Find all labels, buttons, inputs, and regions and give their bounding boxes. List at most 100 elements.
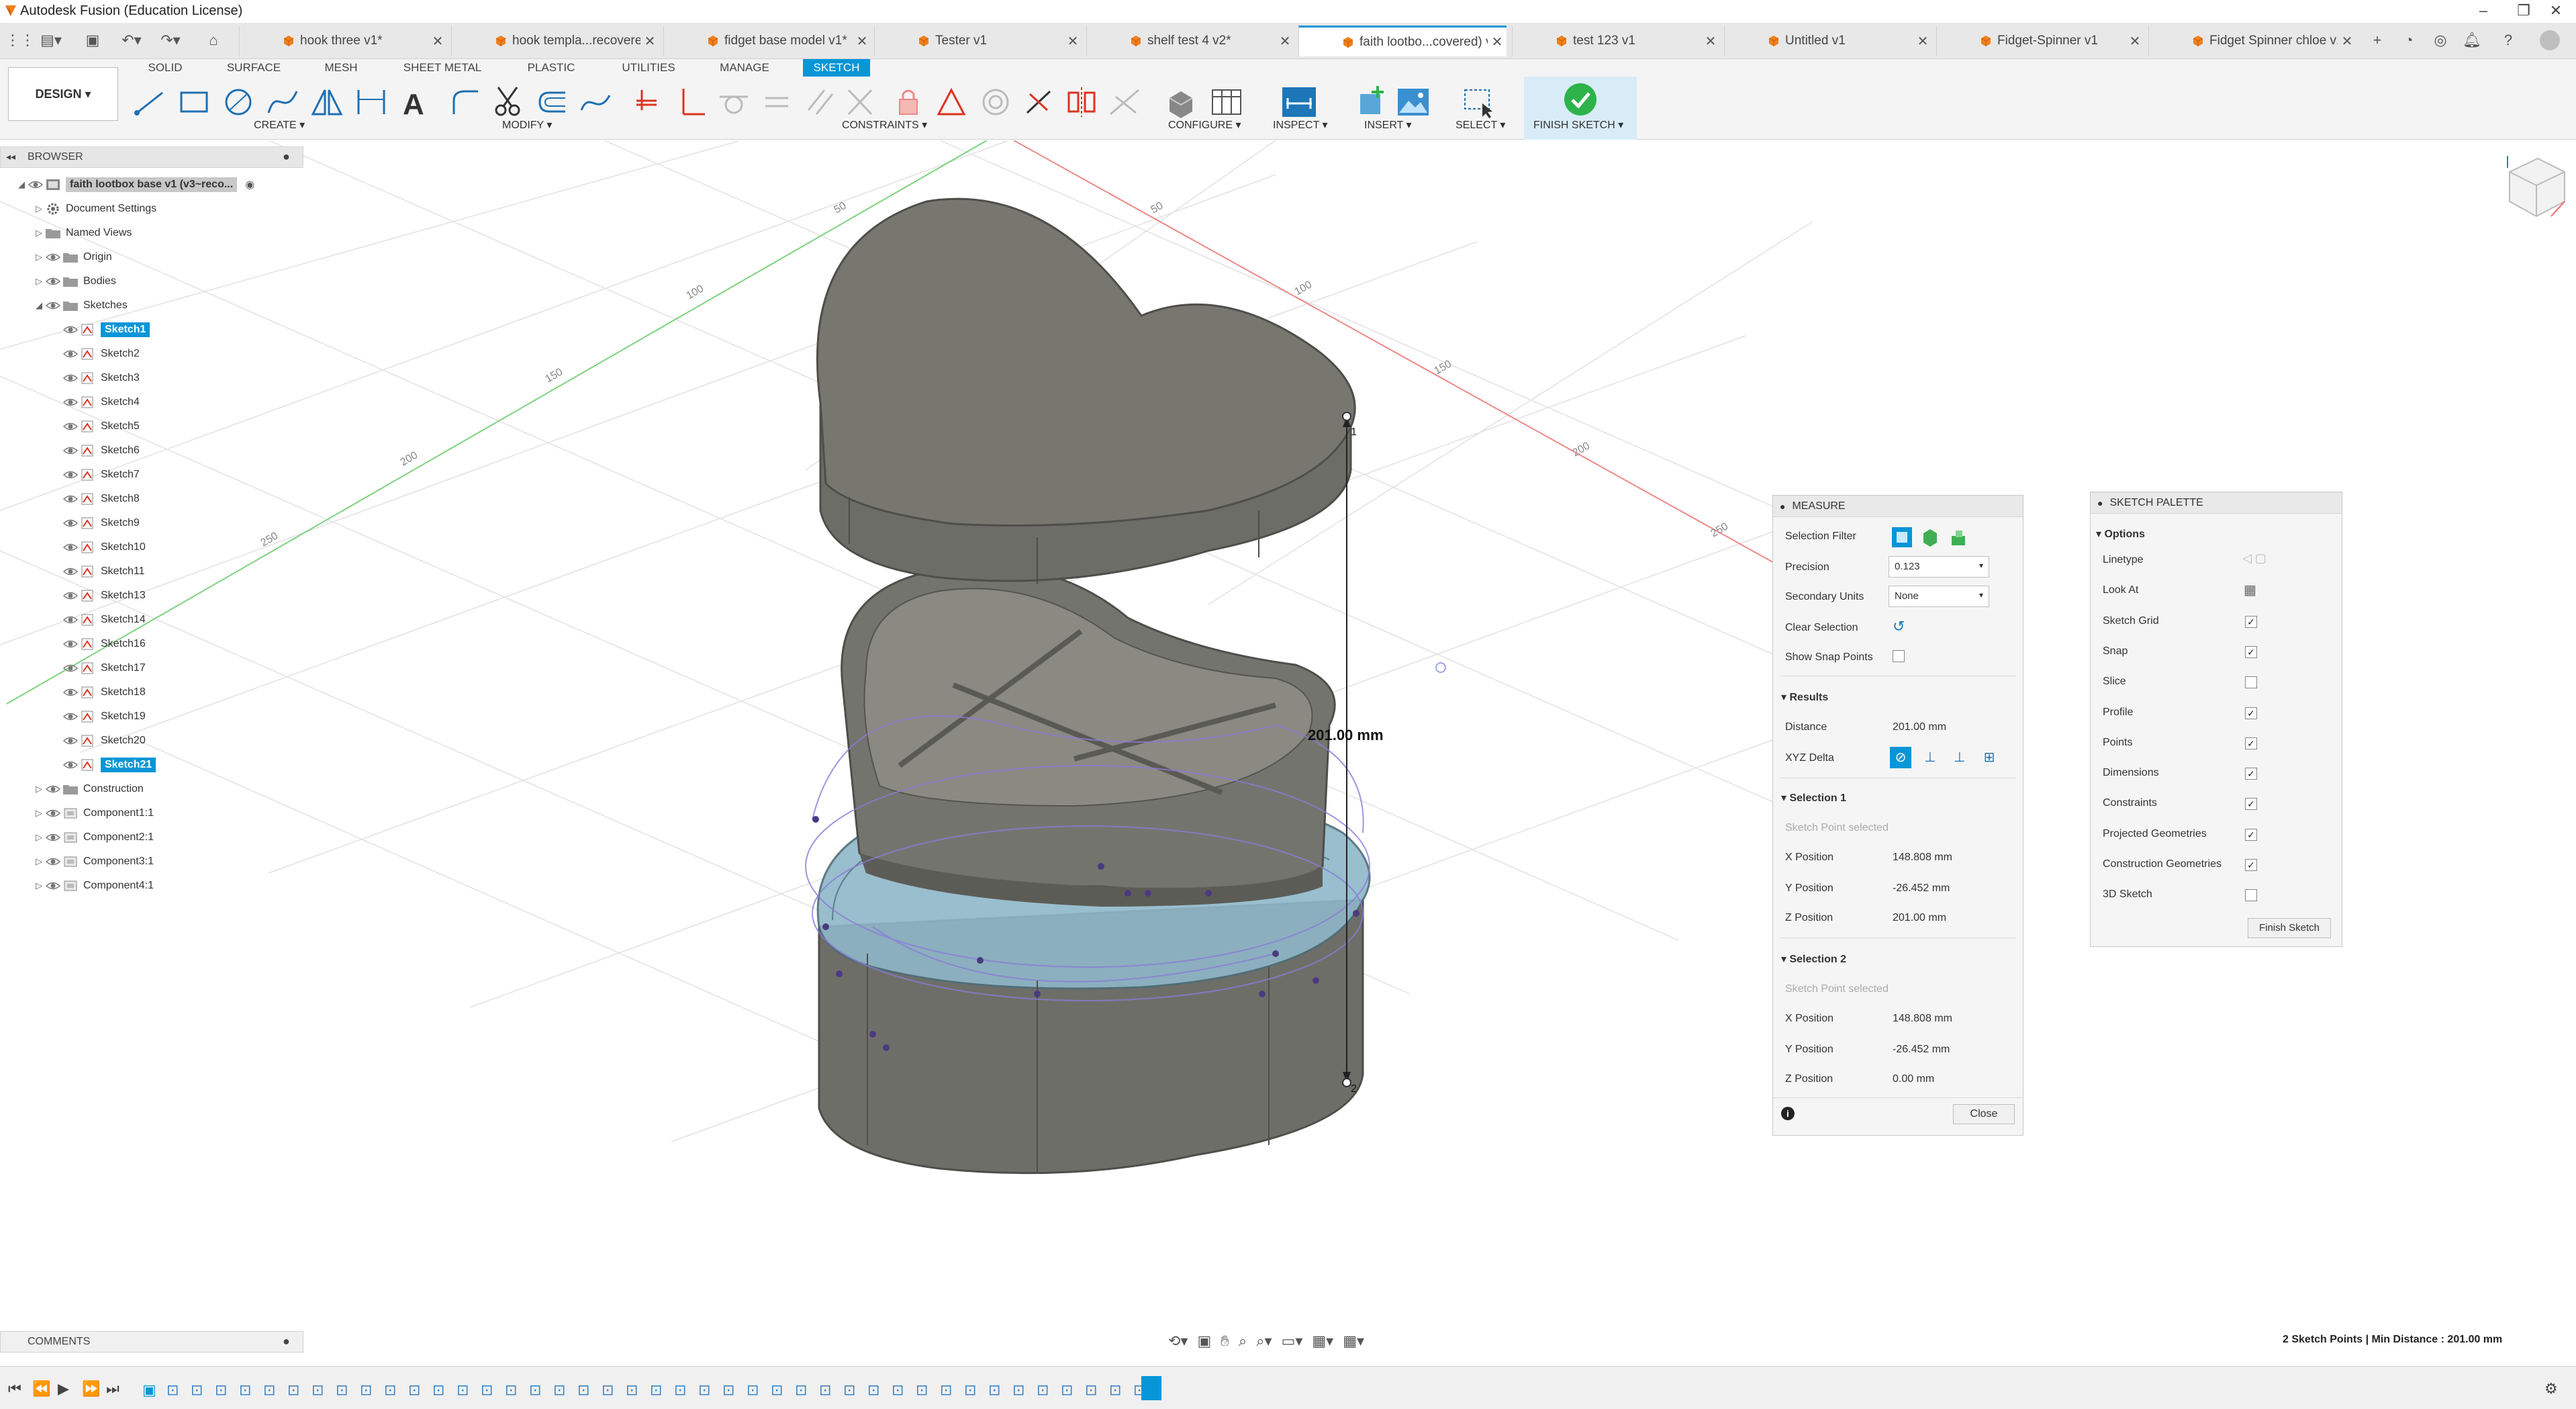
constraints-menu[interactable]: CONSTRAINTS ▾ xyxy=(842,118,927,132)
document-tab[interactable]: test 123 v1 ✕ xyxy=(1512,26,1720,56)
expand-icon[interactable]: ▷ xyxy=(34,784,44,794)
palette-option-checkbox[interactable]: ✓ xyxy=(2245,828,2257,841)
timeline-feature-icon[interactable]: ⊡ xyxy=(940,1381,955,1398)
browser-sketch-item[interactable]: Sketch1 xyxy=(51,318,150,341)
expand-icon[interactable]: ▷ xyxy=(34,832,44,843)
tab-mesh[interactable]: MESH xyxy=(318,59,364,77)
lootbox-insert-body[interactable] xyxy=(841,565,1336,907)
visibility-eye-icon[interactable] xyxy=(62,347,79,361)
trim-tool-icon[interactable] xyxy=(490,83,526,121)
tab-sheet-metal[interactable]: SHEET METAL xyxy=(399,59,486,77)
browser-sketch-item[interactable]: Sketch21 xyxy=(51,754,156,776)
orbit-icon[interactable]: ⟲▾ xyxy=(1168,1332,1188,1350)
timeline-feature-icon[interactable]: ⊡ xyxy=(892,1381,906,1398)
close-tab-icon[interactable]: ✕ xyxy=(428,33,447,50)
finish-sketch-button[interactable]: FINISH SKETCH ▾ xyxy=(1524,77,1637,140)
timeline-feature-icon[interactable]: ⊡ xyxy=(1037,1381,1051,1398)
browser-component-item[interactable]: ▷ Component4:1 xyxy=(34,874,154,897)
minimize-button[interactable]: – xyxy=(2463,0,2503,23)
tangent-constraint-icon[interactable] xyxy=(716,83,752,121)
line-tool-icon[interactable] xyxy=(132,83,168,121)
browser-sketch-item[interactable]: Sketch9 xyxy=(51,512,140,535)
browser-sketch-item[interactable]: Sketch5 xyxy=(51,415,140,438)
timeline-feature-icon[interactable]: ⊡ xyxy=(747,1381,761,1398)
document-tab[interactable]: hook templa...recovered)*✕ xyxy=(451,26,659,56)
workspace-switcher[interactable]: DESIGN ▾ xyxy=(8,67,118,121)
look-at-icon[interactable]: ▣ xyxy=(1197,1332,1211,1350)
timeline-feature-icon[interactable]: ⊡ xyxy=(819,1381,834,1398)
browser-sketch-item[interactable]: Sketch10 xyxy=(51,536,146,559)
browser-item-origin[interactable]: ▷ Origin xyxy=(34,246,112,269)
timeline-feature-icon[interactable]: ⊡ xyxy=(867,1381,882,1398)
expand-icon[interactable]: ▷ xyxy=(34,808,44,819)
close-tab-icon[interactable]: ✕ xyxy=(1701,33,1720,50)
timeline-feature-icon[interactable]: ⊡ xyxy=(698,1381,713,1398)
visibility-eye-icon[interactable] xyxy=(44,879,62,893)
palette-option-checkbox[interactable]: ✓ xyxy=(2245,798,2257,811)
fit-icon[interactable]: ⌕▾ xyxy=(1256,1332,1272,1350)
timeline-feature-icon[interactable]: ⊡ xyxy=(1061,1381,1076,1398)
timeline-feature-icon[interactable]: ⊡ xyxy=(408,1381,423,1398)
visibility-eye-icon[interactable] xyxy=(44,299,62,312)
activate-component-icon[interactable]: ◉ xyxy=(245,178,254,191)
selection2-section-toggle[interactable]: ▾ Selection 2 xyxy=(1781,952,1846,966)
browser-sketch-item[interactable]: Sketch13 xyxy=(51,584,146,607)
linetype-icons[interactable]: ◁ ▢ xyxy=(2242,551,2267,565)
palette-collapse-icon[interactable]: ● xyxy=(2097,498,2103,508)
visibility-eye-icon[interactable] xyxy=(62,734,79,747)
perpendicular-constraint-icon[interactable] xyxy=(673,83,709,121)
browser-component-item[interactable]: ▷ Component2:1 xyxy=(34,826,154,849)
midpoint-constraint-icon[interactable] xyxy=(933,83,969,121)
browser-sketch-item[interactable]: Sketch20 xyxy=(51,729,146,752)
new-tab-icon[interactable]: + xyxy=(2365,28,2389,52)
browser-component-item[interactable]: ▷ Component3:1 xyxy=(34,850,154,873)
document-tab[interactable]: Fidget-Spinner v1 ✕ xyxy=(1936,26,2144,56)
timeline-feature-icon[interactable]: ⊡ xyxy=(771,1381,785,1398)
timeline-forward-icon[interactable]: ⏩ xyxy=(82,1380,100,1398)
filter-face-icon[interactable] xyxy=(1891,527,1913,548)
redo-icon[interactable]: ↷▾ xyxy=(153,28,188,52)
equal-constraint-icon[interactable] xyxy=(759,83,795,121)
browser-sketch-item[interactable]: Sketch8 xyxy=(51,488,140,510)
timeline-feature-icon[interactable]: ⊡ xyxy=(1109,1381,1124,1398)
browser-item-named-views[interactable]: ▷ Named Views xyxy=(34,222,132,244)
display-settings-icon[interactable]: ▭▾ xyxy=(1282,1332,1303,1350)
timeline-feature-icon[interactable]: ⊡ xyxy=(336,1381,350,1398)
xyz-delta-z-icon[interactable]: ⊞ xyxy=(1978,747,2000,768)
select-menu[interactable]: SELECT ▾ xyxy=(1456,118,1505,132)
panel-pin-icon[interactable]: ● xyxy=(283,150,290,164)
comments-panel[interactable]: COMMENTS ● xyxy=(0,1331,303,1353)
home-icon[interactable]: ⌂ xyxy=(201,28,226,52)
tab-manage[interactable]: MANAGE xyxy=(714,59,775,77)
visibility-eye-icon[interactable] xyxy=(62,541,79,554)
xyz-delta-none-icon[interactable]: ⊘ xyxy=(1890,747,1911,768)
sketch-scale-icon[interactable] xyxy=(577,83,614,121)
timeline-play-icon[interactable]: ▶ xyxy=(58,1380,69,1398)
browser-sketch-item[interactable]: Sketch2 xyxy=(51,343,140,365)
visibility-eye-icon[interactable] xyxy=(62,516,79,530)
options-section-toggle[interactable]: ▾ Options xyxy=(2096,527,2145,541)
browser-sketch-item[interactable]: Sketch11 xyxy=(51,560,145,583)
secondary-units-select[interactable]: None ▾ xyxy=(1889,586,1989,607)
expand-open-icon[interactable]: ◢ xyxy=(34,300,44,311)
timeline-feature-icon[interactable]: ⊡ xyxy=(1085,1381,1100,1398)
close-tab-icon[interactable]: ✕ xyxy=(2338,33,2356,50)
timeline-feature-icon[interactable]: ⊡ xyxy=(577,1381,592,1398)
close-tab-icon[interactable]: ✕ xyxy=(853,33,871,50)
visibility-eye-icon[interactable] xyxy=(62,662,79,675)
visibility-eye-icon[interactable] xyxy=(62,396,79,409)
timeline-feature-icon[interactable]: ⊡ xyxy=(432,1381,447,1398)
browser-item-construction[interactable]: ▷ Construction xyxy=(34,778,144,801)
expand-icon[interactable]: ▷ xyxy=(34,228,44,238)
horizontal-vertical-icon[interactable] xyxy=(1020,83,1057,121)
offset-tool-icon[interactable] xyxy=(534,83,571,121)
timeline-feature-icon[interactable]: ⊡ xyxy=(481,1381,495,1398)
create-menu[interactable]: CREATE ▾ xyxy=(254,118,305,132)
measure-tool-icon[interactable] xyxy=(1281,83,1317,121)
document-tab[interactable]: Fidget Spinner chloe v1 ✕ xyxy=(2148,26,2356,56)
browser-sketch-item[interactable]: Sketch19 xyxy=(51,705,146,728)
browser-root-component[interactable]: ◢ faith lootbox base v1 (v3~reco... ◉ xyxy=(16,173,254,196)
file-menu-icon[interactable]: ▤▾ xyxy=(35,28,67,52)
browser-sketch-item[interactable]: Sketch17 xyxy=(51,657,146,680)
symmetry-constraint-icon[interactable] xyxy=(1063,83,1100,121)
